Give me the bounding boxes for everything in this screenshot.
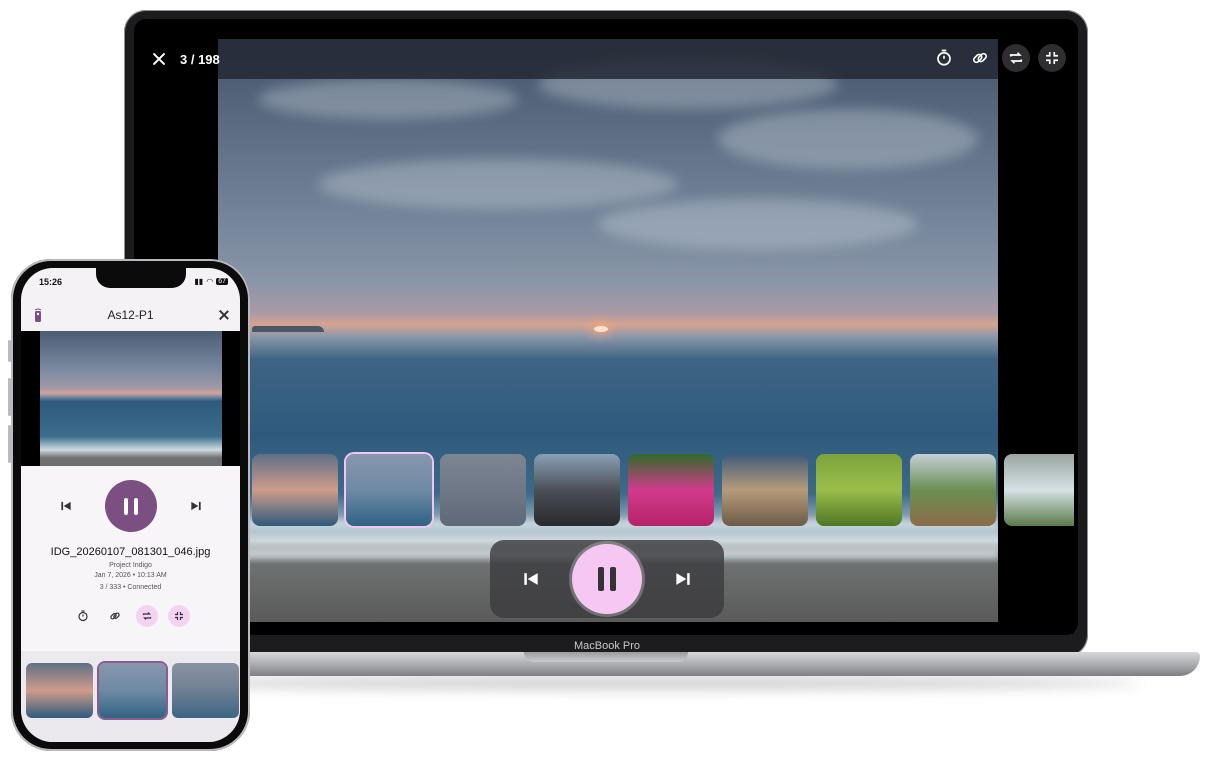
playback-controls	[490, 540, 724, 618]
signal-icon: ▮▮	[194, 277, 204, 286]
thumbnail-grey-sea[interactable]	[172, 663, 239, 718]
main-photo	[218, 39, 998, 622]
pause-button[interactable]	[572, 544, 642, 614]
skip-back-icon	[60, 501, 71, 511]
previous-button[interactable]	[520, 568, 542, 590]
timer-button[interactable]	[930, 44, 958, 72]
remote-icon[interactable]	[33, 308, 43, 322]
collapse-button[interactable]	[1038, 44, 1066, 72]
thumbnail-pink-flowers[interactable]	[628, 454, 714, 526]
next-button[interactable]	[672, 568, 694, 590]
thumbnail-sunset-wide[interactable]	[346, 454, 432, 526]
project-name: Project Indigo	[109, 562, 152, 569]
battery-icon: 67	[216, 278, 228, 285]
repeat-icon	[142, 612, 151, 620]
dynamic-island	[96, 268, 186, 288]
phone-action-buttons	[21, 605, 240, 627]
phone-pause-button[interactable]	[104, 480, 157, 532]
laptop-hinge-notch	[524, 652, 688, 662]
collapse-icon	[174, 612, 183, 620]
repeat-button[interactable]	[1002, 44, 1030, 72]
phone-screen: 15:26 ▮▮ ◠ 67 As12-P1 IDG_20260107_08130…	[21, 268, 240, 742]
thumbnail-green-leaves[interactable]	[816, 454, 902, 526]
phone: 15:26 ▮▮ ◠ 67 As12-P1 IDG_20260107_08130…	[11, 259, 250, 751]
skip-back-icon	[524, 573, 538, 585]
collapse-icon	[1046, 52, 1058, 64]
thumbnail-waterfall[interactable]	[1004, 454, 1074, 526]
repeat-button[interactable]	[135, 605, 158, 627]
thumbnail-desk-room[interactable]	[722, 454, 808, 526]
close-icon[interactable]	[150, 50, 168, 68]
phone-next-button[interactable]	[189, 499, 203, 513]
status-icons: ▮▮ ◠ 67	[194, 277, 228, 286]
thumbnail-filmstrip	[252, 454, 1074, 528]
phone-photo	[40, 331, 222, 466]
timer-icon	[937, 49, 951, 66]
thumbnail-rocky-shore[interactable]	[534, 454, 620, 526]
thumbnail-hill-flowers[interactable]	[910, 454, 996, 526]
timer-icon	[77, 610, 88, 622]
wifi-icon: ◠	[206, 277, 214, 286]
sun	[594, 326, 608, 332]
phone-playback-controls	[21, 480, 240, 532]
pause-icon	[598, 567, 616, 591]
link-icon	[109, 612, 120, 620]
phone-thumbnail-strip	[21, 651, 240, 742]
phone-header: As12-P1	[21, 299, 240, 331]
close-icon[interactable]	[216, 307, 232, 323]
thumbnail-grey-sea[interactable]	[440, 454, 526, 526]
capture-date: Jan 7, 2026 • 10:13 AM	[94, 572, 167, 579]
connection-status: 3 / 333 • Connected	[99, 584, 162, 591]
thumbnail-sunset-beach[interactable]	[252, 454, 338, 526]
status-time: 15:26	[39, 277, 63, 287]
link-icon	[972, 52, 988, 64]
laptop-screen: 3 / 198	[138, 24, 1074, 634]
phone-previous-button[interactable]	[59, 499, 73, 513]
repeat-icon	[1009, 52, 1023, 64]
collapse-button[interactable]	[167, 605, 190, 627]
phone-title: As12-P1	[107, 308, 154, 322]
viewer-topbar-left: 3 / 198	[150, 50, 220, 68]
photo-topbar-overlay	[218, 39, 998, 79]
thumbnail-sunset-wide[interactable]	[99, 663, 166, 718]
timer-button[interactable]	[72, 605, 94, 627]
thumbnail-sunset-beach[interactable]	[26, 663, 93, 718]
skip-forward-icon	[190, 501, 201, 511]
link-button[interactable]	[966, 44, 994, 72]
phone-control-panel: IDG_20260107_081301_046.jpg Project Indi…	[21, 466, 240, 651]
skip-forward-icon	[676, 573, 690, 585]
pause-icon	[123, 497, 138, 515]
link-button[interactable]	[104, 605, 126, 627]
viewer-topbar-right	[930, 44, 1066, 72]
photo-counter: 3 / 198	[180, 51, 220, 67]
phone-photo-frame	[21, 331, 240, 466]
file-name: IDG_20260107_081301_046.jpg	[50, 546, 211, 558]
